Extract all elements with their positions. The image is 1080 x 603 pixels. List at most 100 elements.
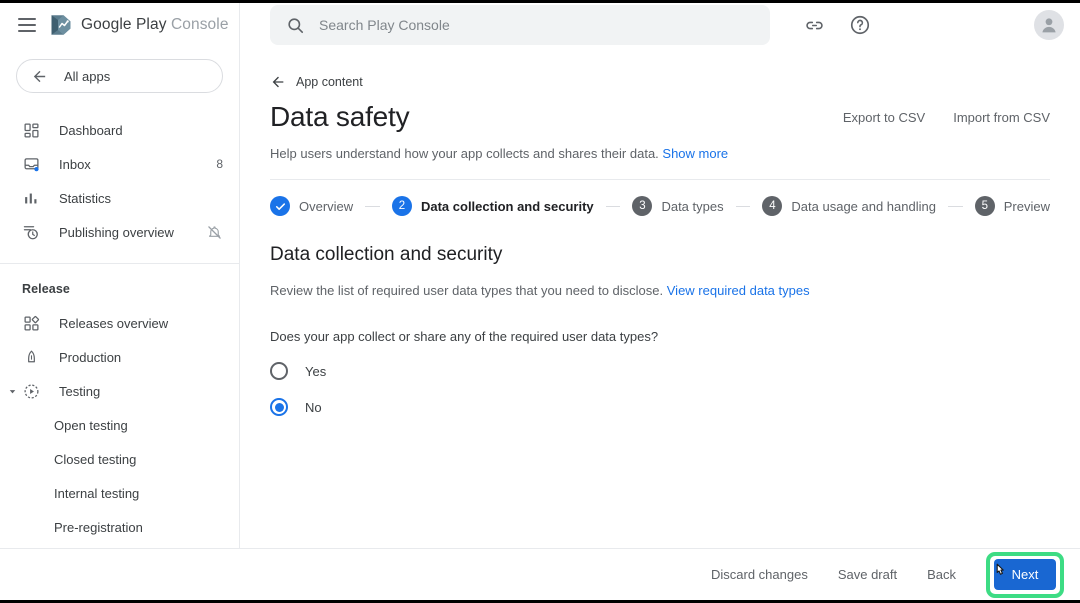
production-icon — [22, 348, 41, 367]
sidebar-item-label: Publishing overview — [59, 224, 174, 240]
step-bubble: 3 — [632, 196, 653, 216]
testing-icon — [22, 382, 41, 401]
sidebar-item-label: Open testing — [54, 417, 128, 433]
sidebar-item-testing[interactable]: Testing — [0, 374, 239, 408]
next-button[interactable]: Next — [994, 559, 1056, 590]
sidebar-item-label: Statistics — [59, 190, 112, 206]
radio-option-yes[interactable]: Yes — [270, 362, 326, 380]
inbox-count-badge: 8 — [216, 157, 223, 171]
step-connector — [365, 205, 380, 207]
view-required-data-types-link[interactable]: View required data types — [667, 283, 810, 298]
radio-label-no: No — [305, 399, 322, 415]
footer-action-bar: Discard changes Save draft Back Next — [0, 548, 1080, 600]
sidebar-item-releases-overview[interactable]: Releases overview — [0, 306, 239, 340]
step-bubble: 4 — [762, 196, 783, 216]
brand-name-bold: Google Play — [81, 16, 167, 33]
step-label: Preview — [1003, 198, 1051, 214]
top-bar-icons — [802, 13, 872, 37]
sidebar: Google Play Console All apps Dashboard I… — [0, 3, 240, 554]
radio-button-yes[interactable] — [270, 362, 288, 380]
discard-changes-button[interactable]: Discard changes — [711, 567, 808, 582]
step-label: Data collection and security — [420, 198, 594, 214]
sidebar-item-internal-testing[interactable]: Internal testing — [0, 476, 239, 510]
primary-nav: Dashboard Inbox 8 Statistics Publishing … — [0, 113, 239, 544]
back-button[interactable]: Back — [927, 567, 956, 582]
check-icon — [275, 202, 285, 210]
radio-button-no[interactable] — [270, 398, 288, 416]
link-icon[interactable] — [802, 13, 826, 37]
app-window: Google Play Console All apps Dashboard I… — [0, 0, 1080, 603]
page-description-text: Help users understand how your app colle… — [270, 146, 659, 161]
sidebar-item-label: Inbox — [59, 156, 91, 172]
sidebar-item-pre-registration[interactable]: Pre-registration — [0, 510, 239, 544]
step-bubble: 5 — [974, 196, 995, 216]
notifications-off-icon[interactable] — [207, 224, 223, 240]
radio-label-yes: Yes — [305, 363, 327, 379]
sidebar-item-label: Production — [59, 349, 122, 365]
progress-stepper: Overview 2 Data collection and security … — [270, 180, 1050, 216]
step-connector — [947, 205, 963, 207]
show-more-link[interactable]: Show more — [662, 146, 728, 161]
export-to-csv-button[interactable]: Export to CSV — [843, 110, 925, 125]
all-apps-button[interactable]: All apps — [16, 59, 223, 93]
save-draft-button[interactable]: Save draft — [838, 567, 897, 582]
search-input[interactable] — [319, 17, 719, 33]
sidebar-item-production[interactable]: Production — [0, 340, 239, 374]
inbox-icon — [22, 155, 41, 174]
help-icon[interactable] — [848, 13, 872, 37]
breadcrumb-back-app-content[interactable]: App content — [270, 47, 363, 90]
step-bubble — [270, 196, 290, 216]
step-data-usage-and-handling[interactable]: 4 Data usage and handling — [762, 196, 936, 216]
brand-name-light: Console — [170, 16, 229, 33]
dashboard-icon — [22, 121, 41, 140]
step-overview[interactable]: Overview — [270, 196, 353, 216]
sidebar-item-dashboard[interactable]: Dashboard — [0, 113, 239, 147]
sidebar-item-label: Internal testing — [54, 485, 140, 501]
sidebar-item-label: Dashboard — [59, 122, 123, 138]
brand-logo-group[interactable]: Google Play Console — [50, 14, 229, 36]
page-description: Help users understand how your app colle… — [270, 146, 1050, 161]
step-preview[interactable]: 5 Preview — [974, 196, 1051, 216]
search-icon — [288, 17, 304, 33]
google-play-logo-icon — [51, 15, 71, 35]
step-connector — [735, 205, 751, 207]
all-apps-label: All apps — [64, 68, 111, 84]
section-subtext: Review the list of required user data ty… — [270, 283, 1050, 298]
search-box[interactable] — [270, 5, 770, 45]
releases-overview-icon — [22, 314, 41, 333]
publishing-overview-icon — [22, 223, 41, 242]
nav-section-title-release: Release — [22, 282, 70, 296]
step-label: Data usage and handling — [791, 198, 936, 214]
arrow-left-icon — [33, 70, 46, 82]
hamburger-menu-icon[interactable] — [18, 18, 36, 32]
sidebar-item-label: Releases overview — [59, 315, 169, 331]
person-icon — [1042, 18, 1056, 33]
import-from-csv-button[interactable]: Import from CSV — [953, 110, 1050, 125]
step-label: Overview — [299, 198, 354, 214]
question-label: Does your app collect or share any of th… — [270, 329, 659, 344]
step-label: Data types — [661, 198, 724, 214]
next-button-container: Next — [986, 551, 1064, 598]
sidebar-item-publishing-overview[interactable]: Publishing overview — [0, 215, 239, 249]
chevron-down-icon[interactable] — [5, 384, 19, 398]
breadcrumb-label: App content — [296, 75, 363, 89]
brand-bar: Google Play Console — [0, 3, 239, 47]
radio-option-no[interactable]: No — [270, 398, 322, 416]
sidebar-item-closed-testing[interactable]: Closed testing — [0, 442, 239, 476]
section-heading: Data collection and security — [270, 244, 503, 265]
arrow-left-icon — [272, 76, 284, 88]
step-data-collection-and-security[interactable]: 2 Data collection and security — [391, 196, 594, 216]
step-data-types[interactable]: 3 Data types — [632, 196, 724, 216]
sidebar-item-label: Pre-registration — [54, 519, 143, 535]
account-avatar[interactable] — [1034, 10, 1064, 40]
statistics-icon — [22, 189, 41, 208]
step-connector — [605, 205, 621, 207]
sidebar-item-label: Testing — [59, 383, 101, 399]
sidebar-item-label: Closed testing — [54, 451, 137, 467]
section-subtext-text: Review the list of required user data ty… — [270, 283, 664, 298]
step-bubble: 2 — [391, 196, 412, 216]
sidebar-item-inbox[interactable]: Inbox 8 — [0, 147, 239, 181]
sidebar-item-statistics[interactable]: Statistics — [0, 181, 239, 215]
sidebar-item-open-testing[interactable]: Open testing — [0, 408, 239, 442]
top-bar — [240, 3, 1080, 47]
